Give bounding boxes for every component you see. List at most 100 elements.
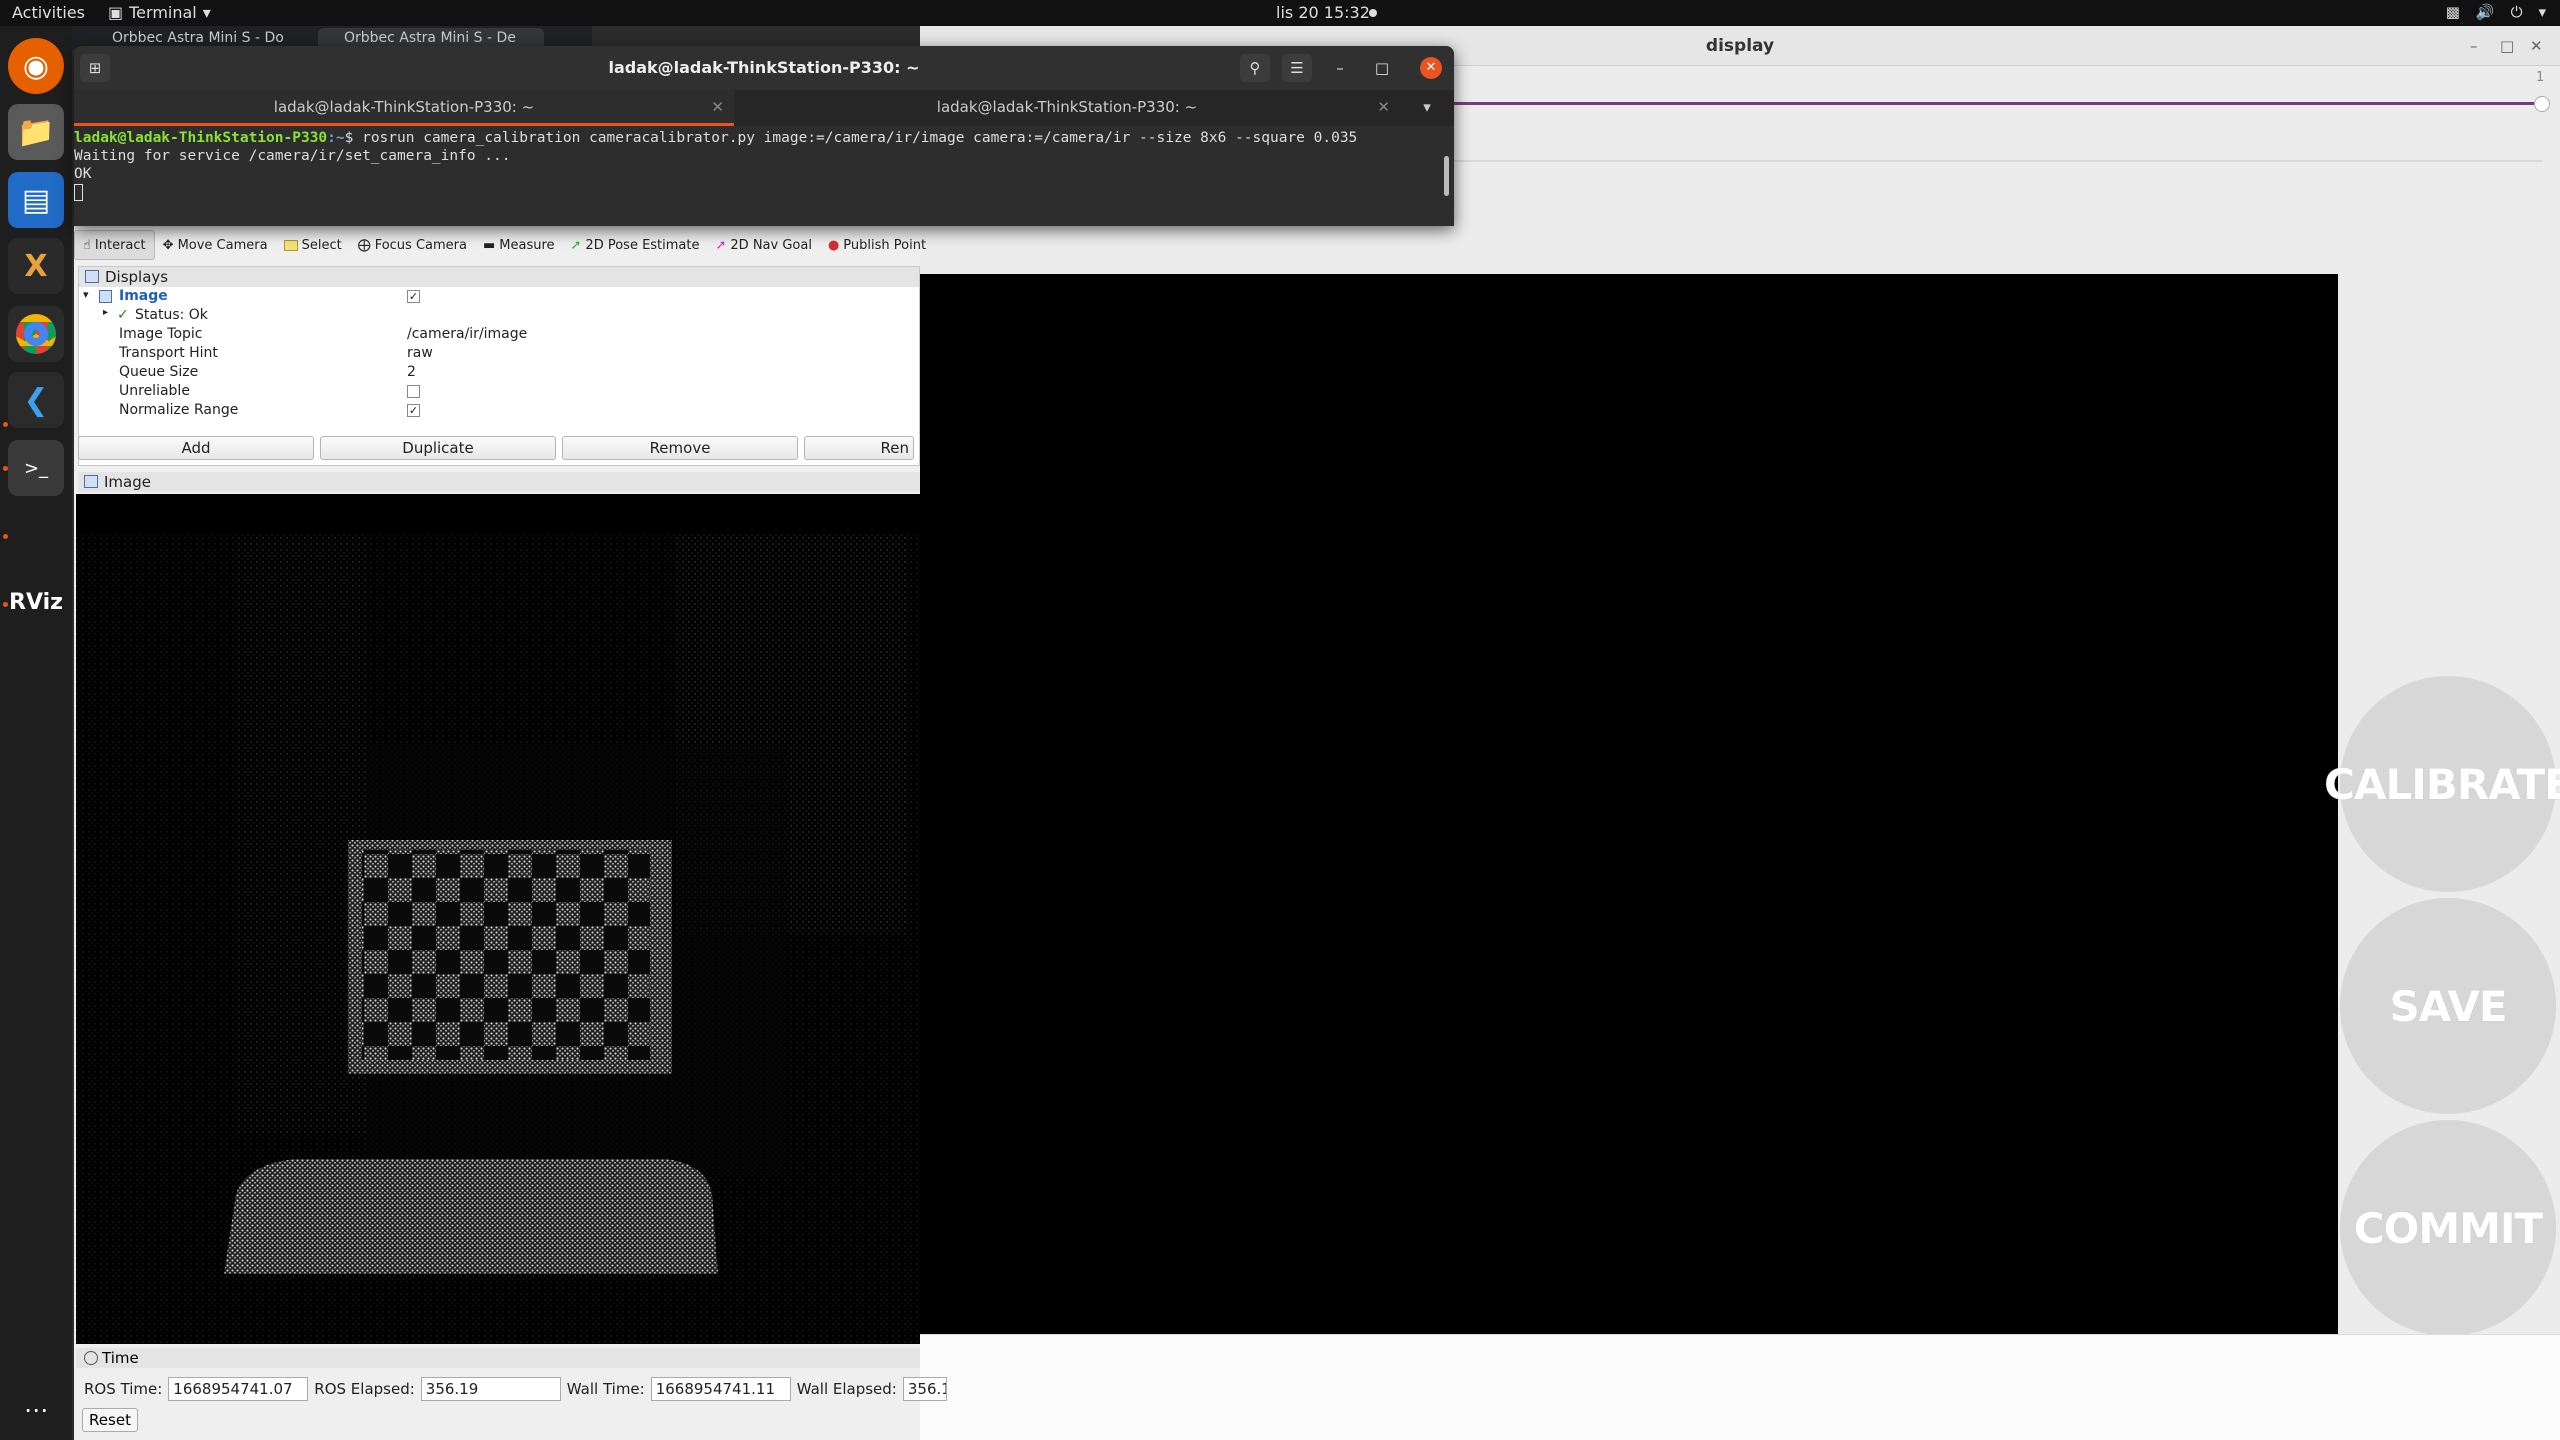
writer-icon[interactable]: ▤ bbox=[8, 172, 64, 228]
running-indicator bbox=[3, 422, 8, 427]
window-title: display bbox=[1705, 36, 1775, 56]
save-button[interactable]: SAVE bbox=[2340, 898, 2556, 1114]
tool-2d-pose-estimate[interactable]: ➚ 2D Pose Estimate bbox=[563, 230, 708, 260]
tab-close-icon[interactable]: ✕ bbox=[1377, 90, 1390, 124]
terminal-window: ⊞ ladak@ladak-ThinkStation-P330: ~ ⚲ ☰ –… bbox=[74, 46, 1454, 226]
pin-icon: ● bbox=[827, 237, 840, 253]
vscode-icon[interactable]: ❮ bbox=[8, 372, 64, 428]
menu-icon[interactable]: ☰ bbox=[1282, 54, 1312, 82]
ir-image-view[interactable] bbox=[76, 494, 920, 1344]
clock[interactable]: lis 20 15:32 bbox=[1276, 3, 1370, 22]
wall-time-field[interactable]: 1668954741.11 bbox=[650, 1377, 791, 1401]
calibrate-button[interactable]: CALIBRATE bbox=[2324, 676, 2560, 892]
prop-row-image-topic[interactable]: Image Topic /camera/ir/image bbox=[79, 325, 919, 344]
close-icon[interactable]: ✕ bbox=[2530, 26, 2543, 66]
wall-elapsed-field[interactable]: 356.1 bbox=[902, 1377, 947, 1401]
prop-row-queue-size[interactable]: Queue Size 2 bbox=[79, 363, 919, 382]
terminal-output[interactable]: ladak@ladak-ThinkStation-P330:~$ rosrun … bbox=[74, 126, 1454, 226]
app-menu[interactable]: ▣ Terminal ▾ bbox=[108, 3, 211, 22]
remove-button[interactable]: Remove bbox=[562, 436, 798, 460]
image-panel-icon bbox=[84, 475, 98, 488]
dock: ◉ 📁 ▤ X ❮ >_ RViz ⋯ bbox=[0, 26, 72, 1440]
rviz-icon[interactable]: RViz bbox=[8, 574, 64, 630]
rviz-window: ☝ Interact ✥ Move Camera Select ⨁ Focus Cam… bbox=[74, 220, 947, 1440]
expand-arrow-icon[interactable]: ▸ bbox=[103, 307, 108, 318]
terminal-tabs: ladak@ladak-ThinkStation-P330: ~ ✕ ladak… bbox=[74, 90, 1454, 126]
notification-dot-icon bbox=[1369, 9, 1377, 17]
terminal-icon[interactable]: >_ bbox=[8, 440, 64, 496]
maximize-icon[interactable]: □ bbox=[2500, 26, 2514, 66]
prop-row-normalize-range[interactable]: Normalize Range ✓ bbox=[79, 401, 919, 420]
chevron-down-icon: ▾ bbox=[2538, 3, 2546, 21]
tab-close-icon[interactable]: ✕ bbox=[711, 90, 724, 124]
tool-measure[interactable]: ▬ Measure bbox=[475, 230, 563, 260]
ruler-icon: ▬ bbox=[482, 237, 496, 253]
status-row[interactable]: ▸ ✓ Status: Ok bbox=[79, 306, 919, 325]
clock-icon bbox=[84, 1351, 98, 1365]
rename-button[interactable]: Ren bbox=[804, 436, 914, 460]
time-panel-title: Time bbox=[76, 1348, 920, 1368]
activities-button[interactable]: Activities bbox=[12, 3, 85, 22]
add-button[interactable]: Add bbox=[78, 436, 314, 460]
maximize-icon[interactable]: □ bbox=[1372, 58, 1392, 78]
search-icon[interactable]: ⚲ bbox=[1240, 54, 1270, 82]
ros-elapsed-field[interactable]: 356.19 bbox=[420, 1377, 561, 1401]
prop-row-unreliable[interactable]: Unreliable bbox=[79, 382, 919, 401]
firefox-icon[interactable]: ◉ bbox=[8, 38, 64, 94]
minimize-icon[interactable]: – bbox=[2470, 26, 2478, 66]
tabs-menu-chevron-icon[interactable]: ▾ bbox=[1400, 90, 1454, 126]
ros-elapsed-label: ROS Elapsed: bbox=[314, 1380, 415, 1398]
terminal-header-bar: ⊞ ladak@ladak-ThinkStation-P330: ~ ⚲ ☰ –… bbox=[74, 46, 1454, 90]
display-bottom-area bbox=[920, 1334, 2560, 1440]
slider-knob[interactable] bbox=[2534, 96, 2550, 112]
ir-image bbox=[76, 534, 920, 1344]
display-window: display – □ ✕ 1 CALIBRATE SAVE COMMIT bbox=[920, 26, 2560, 1440]
cursor bbox=[74, 184, 83, 201]
monitor-icon bbox=[85, 270, 99, 283]
ros-time-field[interactable]: 1668954741.07 bbox=[168, 1377, 309, 1401]
terminal-tab[interactable]: ladak@ladak-ThinkStation-P330: ~ ✕ bbox=[734, 90, 1400, 126]
files-icon[interactable]: 📁 bbox=[8, 104, 64, 160]
hand-icon: ☝ bbox=[83, 237, 91, 253]
reset-button[interactable]: Reset bbox=[82, 1408, 138, 1432]
wall-elapsed-label: Wall Elapsed: bbox=[796, 1380, 897, 1398]
running-indicator bbox=[3, 602, 8, 607]
top-bar: Activities ▣ Terminal ▾ lis 20 15:32 ▩ 🔊… bbox=[0, 0, 2560, 26]
commit-button[interactable]: COMMIT bbox=[2340, 1120, 2556, 1336]
wall-time-label: Wall Time: bbox=[566, 1380, 645, 1398]
terminal-scrollbar[interactable] bbox=[1444, 156, 1449, 196]
chrome-icon[interactable] bbox=[8, 306, 64, 362]
power-icon: ⏻ bbox=[2510, 3, 2523, 21]
move-icon: ✥ bbox=[162, 237, 174, 253]
close-icon[interactable]: ✕ bbox=[1420, 57, 1442, 79]
arrow-green-icon: ➚ bbox=[570, 237, 582, 253]
duplicate-button[interactable]: Duplicate bbox=[320, 436, 556, 460]
tool-select[interactable]: Select bbox=[276, 230, 350, 260]
command-line: ladak@ladak-ThinkStation-P330:~$ rosrun … bbox=[74, 130, 1358, 146]
focus-icon: ⨁ bbox=[357, 237, 371, 253]
status-area[interactable]: ▩ 🔊 ⏻ ▾ bbox=[2446, 3, 2546, 21]
unreliable-checkbox[interactable] bbox=[407, 385, 420, 398]
tool-2d-nav-goal[interactable]: ➚ 2D Nav Goal bbox=[708, 230, 820, 260]
xmind-icon[interactable]: X bbox=[8, 238, 64, 294]
normalize-range-checkbox[interactable]: ✓ bbox=[407, 404, 420, 417]
prop-row-transport-hint[interactable]: Transport Hint raw bbox=[79, 344, 919, 363]
tool-focus-camera[interactable]: ⨁ Focus Camera bbox=[350, 230, 475, 260]
rviz-toolbar: ☝ Interact ✥ Move Camera Select ⨁ Focus Cam… bbox=[74, 230, 926, 260]
enable-checkbox[interactable]: ✓ bbox=[407, 290, 420, 303]
tool-interact[interactable]: ☝ Interact bbox=[74, 230, 155, 260]
volume-icon: 🔊 bbox=[2475, 3, 2495, 21]
image-panel-title: Image bbox=[78, 472, 920, 492]
tool-move-camera[interactable]: ✥ Move Camera bbox=[155, 230, 276, 260]
calibration-image-view[interactable] bbox=[920, 274, 2338, 1336]
terminal-tab[interactable]: ladak@ladak-ThinkStation-P330: ~ ✕ bbox=[74, 90, 734, 126]
minimize-icon[interactable]: – bbox=[1330, 58, 1350, 78]
tool-publish-point[interactable]: ● Publish Point bbox=[820, 230, 934, 260]
running-indicator bbox=[3, 466, 8, 471]
image-display-icon bbox=[99, 290, 112, 303]
output-line: Waiting for service /camera/ir/set_camer… bbox=[74, 148, 511, 164]
expand-arrow-icon[interactable]: ▾ bbox=[83, 288, 89, 301]
display-item-image[interactable]: ▾ Image ✓ bbox=[79, 287, 919, 306]
chevron-down-icon: ▾ bbox=[202, 3, 211, 22]
show-apps-icon[interactable]: ⋯ bbox=[8, 1382, 64, 1438]
